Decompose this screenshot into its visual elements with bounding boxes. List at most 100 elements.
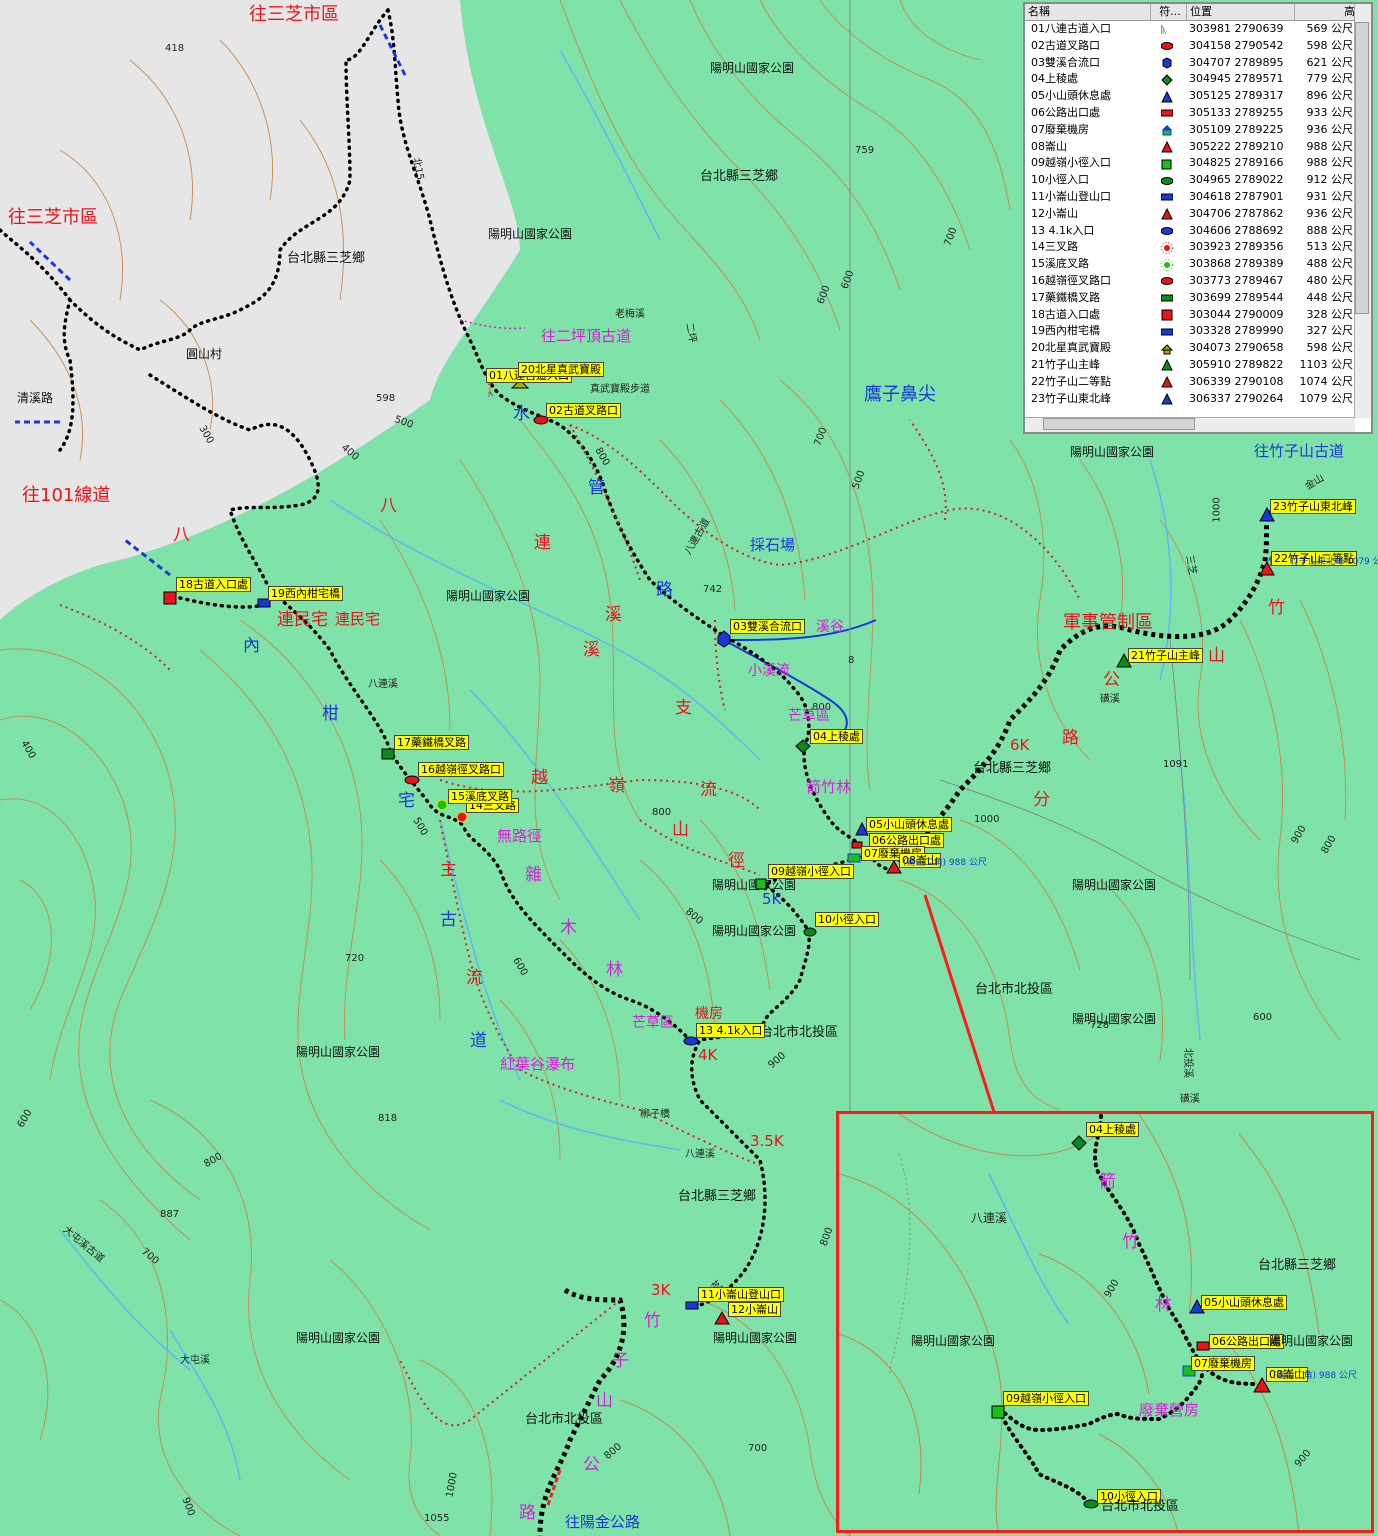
waypoint-label[interactable]: 03雙溪合流口	[730, 619, 805, 634]
table-row[interactable]: 01八連古道入口 ᚣ 303981 2790639 569 公尺	[1025, 21, 1371, 38]
waypoint-elevation: 936 公尺	[1306, 206, 1354, 220]
column-header-position[interactable]: 位置	[1187, 4, 1295, 20]
table-row[interactable]: 17藥鐵橋叉路 303699 2789544 448 公尺	[1025, 290, 1371, 307]
waypoint-name: 21竹子山主峰	[1031, 357, 1100, 371]
waypoint-position: 303923 2789356	[1189, 240, 1284, 254]
waypoint-position: 304707 2789895	[1189, 55, 1284, 69]
inset-waypoint-label[interactable]: 07廢棄機房	[1191, 1356, 1255, 1371]
table-row[interactable]: 04上稜處 304945 2789571 779 公尺	[1025, 71, 1371, 88]
inset-label: 八連溪	[971, 1211, 1008, 1225]
waypoint-elevation: 327 公尺	[1306, 324, 1354, 338]
waypoint-position: 303328 2789990	[1189, 324, 1284, 338]
inset-waypoint-label[interactable]: 05小山頭休息處	[1201, 1295, 1287, 1310]
hexagon-icon	[717, 630, 731, 648]
waypoint-elevation: 480 公尺	[1306, 273, 1354, 287]
scroll-thumb[interactable]	[1355, 22, 1369, 314]
waypoint-elevation: 513 公尺	[1306, 240, 1354, 254]
waypoint-name: 10小徑入口	[1031, 173, 1089, 187]
waypoint-name: 08崙山	[1031, 139, 1067, 153]
waypoint-elevation: 598 公尺	[1306, 38, 1354, 52]
waypoint-elevation: 912 公尺	[1306, 173, 1354, 187]
cube-icon	[755, 878, 767, 890]
waypoint-label[interactable]: 04上稜處	[810, 729, 863, 744]
inset-magenta: 竹	[1122, 1232, 1139, 1252]
waypoint-label[interactable]: 20北星真武寶殿	[518, 362, 604, 377]
waypoint-label[interactable]: 17藥鐵橋叉路	[394, 735, 469, 750]
sun-icon	[1151, 239, 1183, 256]
waypoint-elevation: 936 公尺	[1306, 122, 1354, 136]
table-row[interactable]: 02古道叉路口 304158 2790542 598 公尺	[1025, 38, 1371, 55]
waypoint-label[interactable]: 23竹子山東北峰	[1270, 499, 1356, 514]
oval-icon	[1151, 273, 1183, 290]
table-row[interactable]: 13 4.1k入口 304606 2788692 888 公尺	[1025, 223, 1371, 240]
waypoint-label[interactable]: 19西內柑宅橋	[268, 586, 343, 601]
table-row[interactable]: 21竹子山主峰 305910 2789822 1103 公尺	[1025, 357, 1371, 374]
horizontal-scrollbar[interactable]	[1025, 417, 1355, 432]
waypoint-elevation: 931 公尺	[1306, 189, 1354, 203]
table-row[interactable]: 16越嶺徑叉路口 303773 2789467 480 公尺	[1025, 273, 1371, 290]
waypoint-elevation: 888 公尺	[1306, 223, 1354, 237]
triangle-icon	[1151, 391, 1183, 408]
waypoint-label[interactable]: 12小崙山	[728, 1302, 781, 1317]
waypoint-label[interactable]: 16越嶺徑叉路口	[418, 762, 504, 777]
table-row[interactable]: 23竹子山東北峰 306337 2790264 1079 公尺	[1025, 391, 1371, 408]
waypoint-label[interactable]: 15溪底叉路	[448, 789, 512, 804]
table-row[interactable]: 15溪底叉路 303868 2789389 488 公尺	[1025, 256, 1371, 273]
waypoint-name: 15溪底叉路	[1031, 257, 1089, 271]
waypoint-label[interactable]: 18古道入口處	[176, 577, 251, 592]
table-row[interactable]: 06公路出口處 305133 2789255 933 公尺	[1025, 105, 1371, 122]
triangle-icon	[1151, 139, 1183, 156]
square-icon	[163, 591, 177, 605]
table-row[interactable]: 19西內柑宅橋 303328 2789990 327 公尺	[1025, 323, 1371, 340]
waypoint-elevation: 448 公尺	[1306, 290, 1354, 304]
waypoint-table[interactable]: 名稱 符... 位置 高程 01八連古道入口 ᚣ 303981 2790639 569…	[1023, 2, 1373, 434]
table-row[interactable]: 22竹子山二等點 306339 2790108 1074 公尺	[1025, 374, 1371, 391]
table-row[interactable]: 14三叉路 303923 2789356 513 公尺	[1025, 239, 1371, 256]
table-row[interactable]: 09越嶺小徑入口 304825 2789166 988 公尺	[1025, 155, 1371, 172]
waypoint-label[interactable]: 10小徑入口	[815, 912, 879, 927]
waypoint-elevation: 488 公尺	[1306, 257, 1354, 271]
waypoint-position: 304945 2789571	[1189, 72, 1284, 86]
waypoint-name: 07廢棄機房	[1031, 122, 1089, 136]
svg-text:ᚣ: ᚣ	[1161, 25, 1167, 35]
table-row[interactable]: 03雙溪合流口 304707 2789895 621 公尺	[1025, 55, 1371, 72]
table-row[interactable]: 11小崙山登山口 304618 2787901 931 公尺	[1025, 189, 1371, 206]
inset-waypoint-label[interactable]: 04上稜處	[1086, 1122, 1139, 1137]
table-row[interactable]: 05小山頭休息處 305125 2789317 896 公尺	[1025, 88, 1371, 105]
inset-waypoint-label[interactable]: 09越嶺小徑入口	[1003, 1391, 1089, 1406]
waypoint-label[interactable]: 11小崙山登山口	[698, 1287, 784, 1302]
waypoint-position: 305133 2789255	[1189, 105, 1284, 119]
waypoint-elevation: 1074 公尺	[1299, 374, 1354, 388]
waypoint-label[interactable]: 02古道叉路口	[546, 403, 621, 418]
table-row[interactable]: 12小崙山 304706 2787862 936 公尺	[1025, 206, 1371, 223]
cube-icon	[1151, 155, 1183, 172]
hexagon-icon	[1151, 55, 1183, 72]
waypoint-label[interactable]: 13 4.1k入口	[696, 1023, 766, 1038]
triangle-icon	[714, 1311, 730, 1325]
scroll-thumb[interactable]	[1043, 418, 1195, 430]
waypoint-label[interactable]: 21竹子山主峰	[1128, 648, 1203, 663]
column-header-name[interactable]: 名稱	[1025, 4, 1151, 20]
waypoint-label[interactable]: 05小山頭休息處	[866, 817, 952, 832]
waypoint-elevation: 779 公尺	[1306, 72, 1354, 86]
inset-map[interactable]: 04上稜處 05小山頭休息處 06公路出口處 07廢棄機房 08崙山 09越嶺小…	[836, 1111, 1374, 1533]
waypoint-elevation: 1103 公尺	[1299, 357, 1354, 371]
waypoint-position: 305125 2789317	[1189, 89, 1284, 103]
waypoint-name: 04上稜處	[1031, 72, 1078, 86]
waypoint-elevation: 896 公尺	[1306, 89, 1354, 103]
table-row[interactable]: 20北星真武寶殿 304073 2790658 598 公尺	[1025, 340, 1371, 357]
waypoint-elevation: 988 公尺	[1306, 156, 1354, 170]
table-row[interactable]: 07廢棄機房 305109 2789225 936 公尺	[1025, 122, 1371, 139]
waypoint-label[interactable]: 09越嶺小徑入口	[768, 864, 854, 879]
table-row[interactable]: 10小徑入口 304965 2789022 912 公尺	[1025, 172, 1371, 189]
column-header-symbol[interactable]: 符...	[1151, 4, 1187, 20]
house-icon	[1151, 122, 1183, 139]
waypoint-name: 14三叉路	[1031, 240, 1078, 254]
inset-magenta: 林	[1155, 1295, 1172, 1315]
vertical-scrollbar[interactable]	[1354, 4, 1371, 418]
table-row[interactable]: 18古道入口處 303044 2790009 328 公尺	[1025, 307, 1371, 324]
waypoint-position: 303044 2790009	[1189, 307, 1284, 321]
table-row[interactable]: 08崙山 305222 2789210 988 公尺	[1025, 139, 1371, 156]
triangle-icon	[1151, 357, 1183, 374]
waypoint-name: 18古道入口處	[1031, 307, 1100, 321]
